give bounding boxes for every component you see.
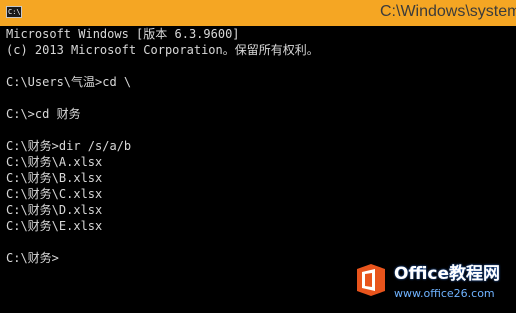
console-line: C:\财务\C.xlsx [6,187,103,201]
console-line: C:\财务\A.xlsx [6,155,103,169]
office-watermark-logo: Office教程网 www.office26.com [352,258,516,313]
command-prompt-window: C:\ C:\Windows\system Microsoft Windows … [0,0,516,313]
title-bar[interactable]: C:\ C:\Windows\system [0,0,516,26]
console-line: C:\财务\B.xlsx [6,171,103,185]
console-line: Microsoft Windows [版本 6.3.9600] [6,27,240,41]
console-line: C:\财务>dir /s/a/b [6,139,132,153]
watermark-url: www.office26.com [394,287,495,300]
console-line: (c) 2013 Microsoft Corporation。保留所有权利。 [6,43,319,57]
window-title: C:\Windows\system [380,3,516,20]
console-line: C:\Users\气温>cd \ [6,75,132,89]
command-prompt-icon[interactable]: C:\ [6,6,22,18]
console-line: C:\财务\E.xlsx [6,219,103,233]
watermark-brand: Office教程网 [394,264,501,284]
console-line: C:\>cd 财务 [6,107,81,121]
console-line: C:\财务\D.xlsx [6,203,103,217]
office-logo-icon [357,264,385,296]
console-prompt-line: C:\财务> [6,251,59,265]
